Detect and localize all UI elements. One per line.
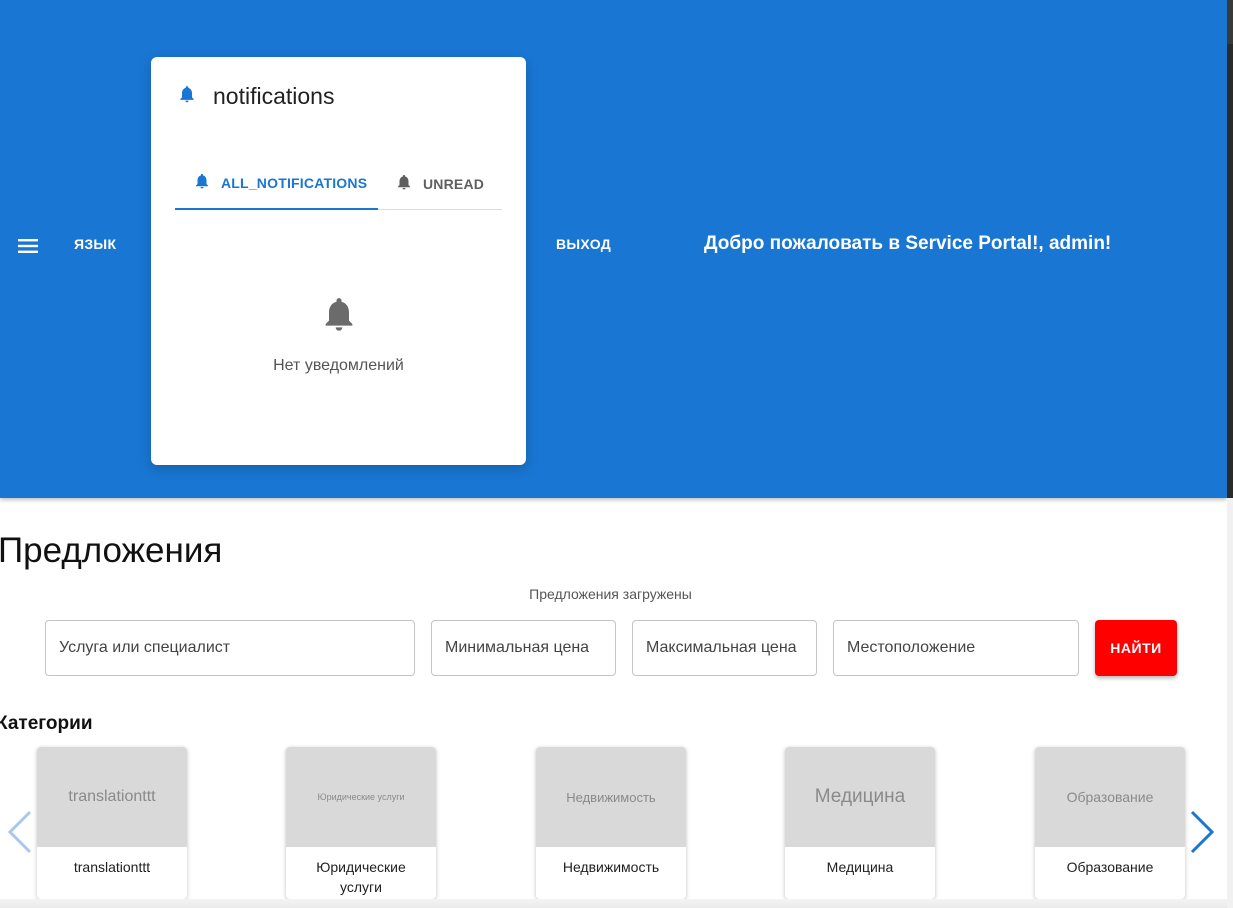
min-price-input[interactable] <box>431 620 616 676</box>
language-button[interactable]: ЯЗЫК <box>74 236 116 252</box>
bell-icon <box>319 292 359 341</box>
category-card[interactable]: Юридические услуги Юридические услуги <box>286 747 436 899</box>
app-header: ЯЗЫК ВЫХОД Добро пожаловать в Service Po… <box>0 0 1227 498</box>
notifications-header: notifications <box>177 83 334 110</box>
categories-heading: Категории <box>0 713 93 734</box>
page-bottom-edge <box>0 899 1227 908</box>
category-label: Недвижимость <box>562 859 660 875</box>
max-price-input[interactable] <box>632 620 817 676</box>
category-image: Медицина <box>785 747 935 847</box>
category-card[interactable]: Недвижимость Недвижимость <box>536 747 686 899</box>
location-input[interactable] <box>833 620 1079 676</box>
category-image: Образование <box>1035 747 1185 847</box>
page-title: Предложения <box>0 531 223 570</box>
notifications-panel: notifications ALL_NOTIFICATIONS UNREAD Н… <box>151 57 526 465</box>
tab-label: ALL_NOTIFICATIONS <box>221 174 368 191</box>
category-label: Медицина <box>826 859 894 875</box>
tab-unread[interactable]: UNREAD <box>378 157 502 210</box>
tab-all-notifications[interactable]: ALL_NOTIFICATIONS <box>175 157 378 210</box>
category-label: Образование <box>1066 859 1154 875</box>
menu-icon[interactable] <box>14 233 42 259</box>
search-button[interactable]: НАЙТИ <box>1095 620 1177 676</box>
category-image: Юридические услуги <box>286 747 436 847</box>
category-card[interactable]: Образование Образование <box>1035 747 1185 899</box>
bell-icon <box>193 171 221 194</box>
category-card[interactable]: translationttt translationttt <box>37 747 187 899</box>
status-text: Предложения загружены <box>529 586 692 602</box>
bell-icon <box>177 83 197 110</box>
category-label: translationttt <box>73 859 151 875</box>
category-card[interactable]: Медицина Медицина <box>785 747 935 899</box>
category-label: Юридические услуги <box>316 859 406 895</box>
chevron-left-icon[interactable] <box>6 808 34 861</box>
tab-label: UNREAD <box>423 175 485 192</box>
category-image: Недвижимость <box>536 747 686 847</box>
welcome-message: Добро пожаловать в Service Portal!, admi… <box>704 233 1112 254</box>
logout-button[interactable]: ВЫХОД <box>556 236 611 252</box>
notifications-tabs: ALL_NOTIFICATIONS UNREAD <box>175 157 502 210</box>
empty-notifications-text: Нет уведомлений <box>273 357 404 374</box>
category-image: translationttt <box>37 747 187 847</box>
service-search-input[interactable] <box>45 620 415 676</box>
window-edge <box>1227 0 1233 908</box>
bell-icon <box>395 172 423 195</box>
notifications-title: notifications <box>213 83 335 109</box>
chevron-right-icon[interactable] <box>1188 808 1216 861</box>
